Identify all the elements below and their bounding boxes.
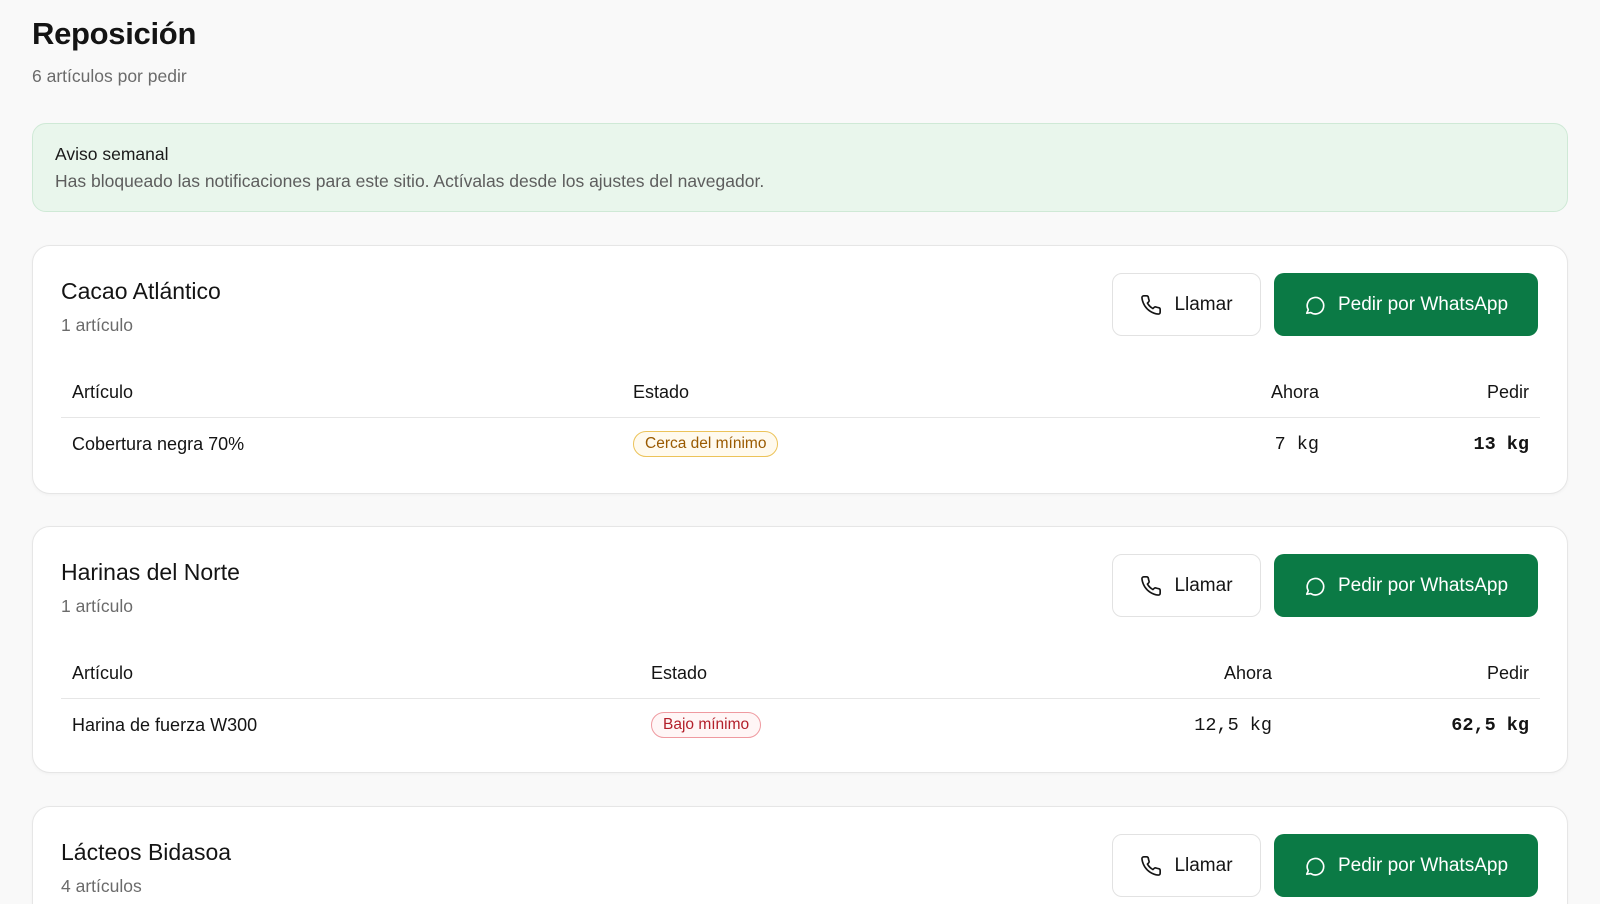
- whatsapp-order-button[interactable]: Pedir por WhatsApp: [1274, 834, 1538, 897]
- phone-icon: [1140, 294, 1162, 316]
- column-header-item: Artículo: [72, 381, 134, 402]
- notice-title: Aviso semanal: [55, 144, 169, 164]
- items-table: Artículo Estado Ahora Pedir Harina de fu…: [61, 647, 1540, 751]
- status-cell: Bajo mínimo: [651, 699, 762, 751]
- supplier-item-count: 1 artículo: [61, 596, 133, 616]
- supplier-item-count: 4 artículos: [61, 876, 142, 896]
- column-header-now: Ahora: [1223, 662, 1272, 683]
- supplier-card: Cacao Atlántico 1 artículo Llamar Pedir …: [32, 245, 1568, 494]
- order-quantity: 13 kg: [1473, 433, 1529, 455]
- page-subtitle: 6 artículos por pedir: [32, 66, 187, 86]
- notice-text: Has bloqueado las notificaciones para es…: [55, 171, 765, 191]
- whatsapp-order-button[interactable]: Pedir por WhatsApp: [1274, 273, 1538, 336]
- current-stock: 7 kg: [1274, 433, 1319, 455]
- column-header-status: Estado: [633, 381, 690, 402]
- order-quantity: 62,5 kg: [1451, 714, 1529, 736]
- status-cell: Cerca del mínimo: [633, 418, 779, 470]
- supplier-card: Lácteos Bidasoa 4 artículos Llamar Pedir…: [32, 806, 1568, 904]
- call-button[interactable]: Llamar: [1112, 554, 1261, 617]
- whatsapp-button-label: Pedir por WhatsApp: [1337, 854, 1509, 876]
- column-header-order: Pedir: [1486, 381, 1529, 402]
- weekly-notice-banner: Aviso semanal Has bloqueado las notifica…: [32, 123, 1568, 212]
- item-name: Harina de fuerza W300: [72, 714, 258, 735]
- call-button-label: Llamar: [1174, 293, 1233, 315]
- current-stock: 12,5 kg: [1194, 714, 1272, 736]
- status-badge: Bajo mínimo: [651, 712, 762, 738]
- phone-icon: [1140, 855, 1162, 877]
- call-button[interactable]: Llamar: [1112, 834, 1261, 897]
- supplier-card: Harinas del Norte 1 artículo Llamar Pedi…: [32, 526, 1568, 773]
- supplier-name: Cacao Atlántico: [61, 278, 221, 304]
- supplier-name: Harinas del Norte: [61, 559, 240, 585]
- phone-icon: [1140, 575, 1162, 597]
- whatsapp-button-label: Pedir por WhatsApp: [1337, 574, 1509, 596]
- column-header-now: Ahora: [1270, 381, 1319, 402]
- chat-bubble-icon: [1304, 294, 1326, 316]
- status-badge: Cerca del mínimo: [633, 431, 779, 457]
- column-header-status: Estado: [651, 662, 708, 683]
- whatsapp-order-button[interactable]: Pedir por WhatsApp: [1274, 554, 1538, 617]
- items-table: Artículo Estado Ahora Pedir Cobertura ne…: [61, 366, 1540, 470]
- page-title: Reposición: [32, 16, 197, 51]
- column-header-item: Artículo: [72, 662, 134, 683]
- table-header: Artículo Estado Ahora Pedir: [61, 647, 1540, 699]
- table-header: Artículo Estado Ahora Pedir: [61, 366, 1540, 418]
- call-button[interactable]: Llamar: [1112, 273, 1261, 336]
- supplier-item-count: 1 artículo: [61, 315, 133, 335]
- call-button-label: Llamar: [1174, 854, 1233, 876]
- table-row: Harina de fuerza W300 Bajo mínimo 12,5 k…: [61, 699, 1540, 751]
- whatsapp-button-label: Pedir por WhatsApp: [1337, 293, 1509, 315]
- column-header-order: Pedir: [1486, 662, 1529, 683]
- chat-bubble-icon: [1304, 575, 1326, 597]
- call-button-label: Llamar: [1174, 574, 1233, 596]
- item-name: Cobertura negra 70%: [72, 433, 245, 454]
- table-row: Cobertura negra 70% Cerca del mínimo 7 k…: [61, 418, 1540, 470]
- chat-bubble-icon: [1304, 855, 1326, 877]
- supplier-name: Lácteos Bidasoa: [61, 839, 232, 865]
